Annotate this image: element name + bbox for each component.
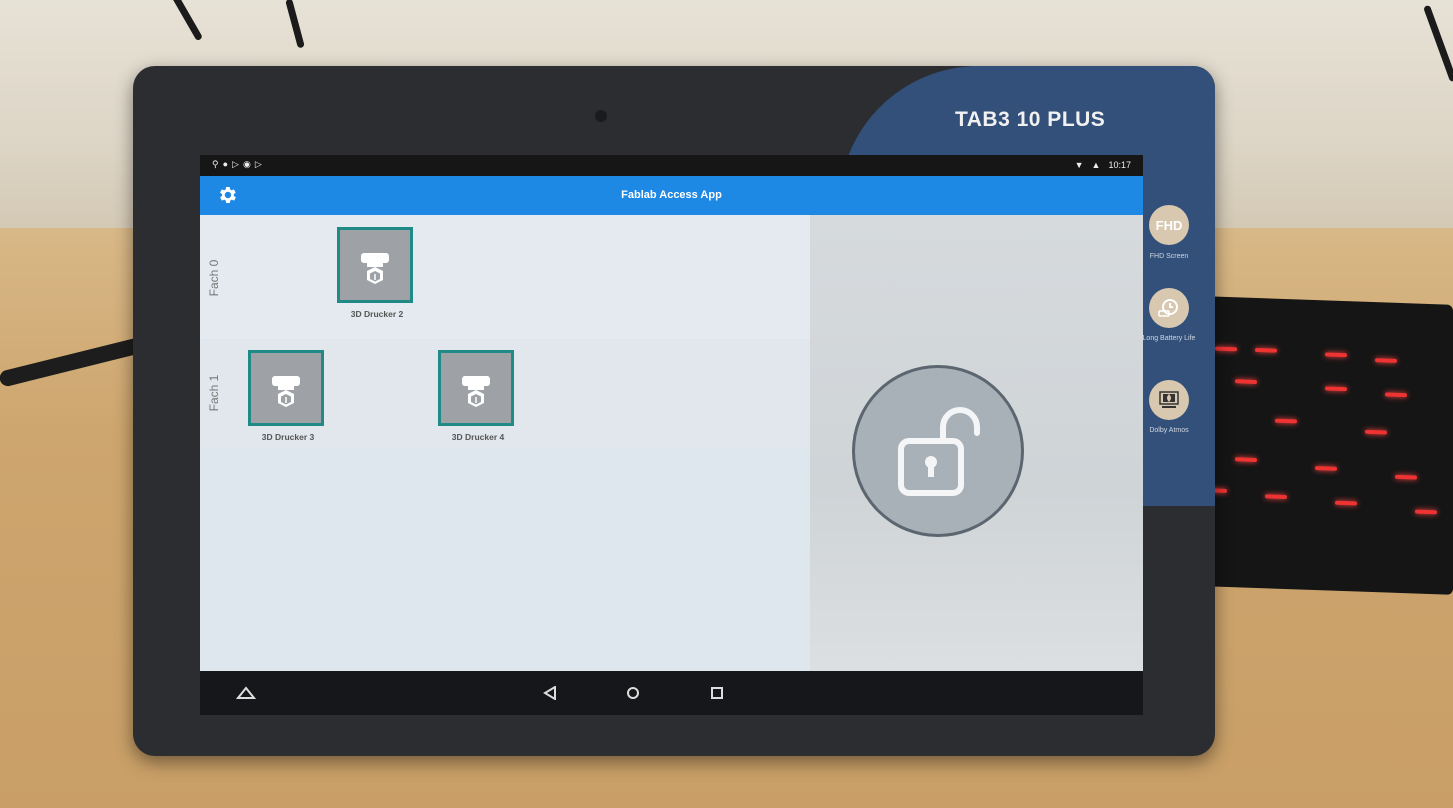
dolby-icon <box>1149 380 1189 420</box>
machine-name: 3D Drucker 3 <box>261 432 315 442</box>
feature-label: Dolby Atmos <box>1149 427 1189 434</box>
section-label: Fach 1 <box>207 374 221 412</box>
machine-3d-drucker-3[interactable]: 3D Drucker 3 <box>248 350 328 442</box>
play-icon: ▷ <box>232 159 243 169</box>
machine-name: 3D Drucker 2 <box>350 309 404 319</box>
clock: 10:17 <box>1108 160 1131 170</box>
machine-name: 3D Drucker 4 <box>451 432 505 442</box>
home-triangle-icon[interactable] <box>236 683 256 703</box>
home-icon[interactable] <box>623 683 643 703</box>
fhd-badge-text: FHD <box>1155 217 1183 233</box>
play-icon: ▷ <box>254 159 266 169</box>
android-icon: ◉ <box>242 159 255 169</box>
recents-icon[interactable] <box>707 683 727 703</box>
tablet-device: TAB3 10 PLUS FHD FHD Screen Long Battery… <box>133 66 1215 756</box>
machine-tile[interactable] <box>248 350 324 426</box>
account-icon: ▲ <box>1091 160 1101 170</box>
app-bar: Fablab Access App <box>200 176 1143 215</box>
machine-tile[interactable] <box>438 350 514 426</box>
machine-3d-drucker-4[interactable]: 3D Drucker 4 <box>438 350 518 442</box>
back-icon[interactable] <box>540 683 560 703</box>
section-fach-0: Fach 0 3D Drucker 2 <box>200 215 810 339</box>
unlock-icon <box>898 407 980 496</box>
wifi-icon: ▼ <box>1074 160 1084 170</box>
fhd-badge: FHD <box>1149 205 1189 245</box>
machine-3d-drucker-2[interactable]: 3D Drucker 2 <box>337 227 417 319</box>
unlock-button[interactable] <box>852 365 1024 537</box>
machine-list: Fach 0 3D Drucker 2 Fach 1 3D Drucker 3 … <box>200 215 810 671</box>
feature-label: Long Battery Life <box>1142 335 1196 342</box>
3d-printer-icon <box>462 376 490 407</box>
feature-label: FHD Screen <box>1149 253 1189 260</box>
usb-icon: ⚲ <box>212 159 223 169</box>
android-nav-bar <box>200 671 1143 715</box>
notification-icons: ⚲●▷◉▷ <box>212 159 266 170</box>
section-label: Fach 0 <box>207 259 221 297</box>
tablet-brand: TAB3 10 PLUS <box>955 108 1106 131</box>
keyboard <box>1175 295 1453 595</box>
section-fach-1: Fach 1 3D Drucker 3 3D Drucker 4 <box>200 341 810 448</box>
unlock-panel <box>810 215 1143 671</box>
system-icons: ▼ ▲ 10:17 <box>1075 160 1131 170</box>
front-camera <box>595 110 607 122</box>
machine-tile[interactable] <box>337 227 413 303</box>
3d-printer-icon <box>361 253 389 284</box>
app-title: Fablab Access App <box>621 189 722 201</box>
notification-icon: ● <box>222 159 233 169</box>
status-bar: ⚲●▷◉▷ ▼ ▲ 10:17 <box>200 155 1143 176</box>
battery-clock-icon <box>1149 288 1189 328</box>
tablet-screen: ⚲●▷◉▷ ▼ ▲ 10:17 Fablab Access App Fach 0 <box>200 155 1143 715</box>
3d-printer-icon <box>272 376 300 407</box>
